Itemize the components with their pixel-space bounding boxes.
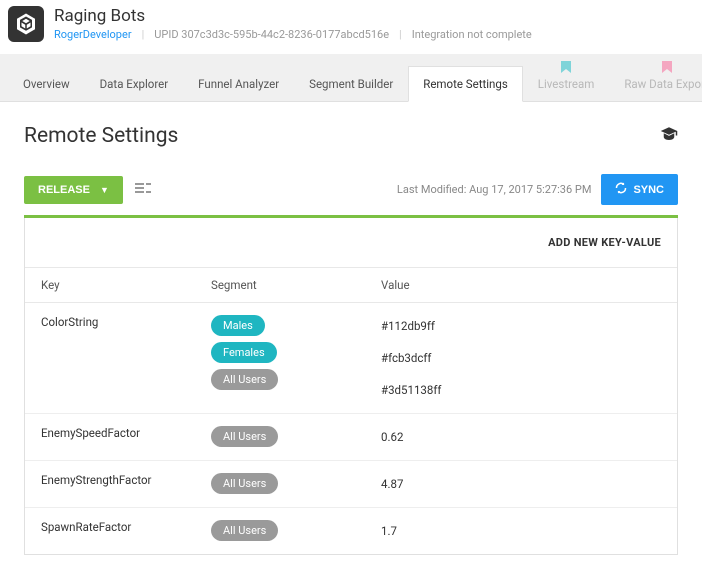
table-row[interactable]: SpawnRateFactorAll Users 1.7 [25,508,677,554]
value-cell: 4.87 [381,473,661,495]
tab-segment-builder[interactable]: Segment Builder [294,66,408,101]
value-text: 1.7 [381,520,661,542]
action-bar: RELEASE ▼ Last Modified: Aug 17, 2017 5:… [24,174,678,205]
segment-cell: All Users [211,473,381,495]
value-text: #3d51138ff [381,379,661,401]
bookmark-icon [561,61,571,76]
page-title: Remote Settings [24,124,178,148]
app-title: Raging Bots [54,6,532,26]
unity-logo-icon [8,6,44,42]
value-text: #fcb3dcff [381,347,661,369]
value-text: 0.62 [381,426,661,448]
tab-livestream[interactable]: Livestream [523,66,610,101]
sync-button[interactable]: SYNC [601,174,678,205]
segment-cell: Males Females All Users [211,315,381,401]
graduation-cap-icon[interactable] [660,125,678,147]
key-cell: EnemyStrengthFactor [41,473,211,495]
value-text: 4.87 [381,473,661,495]
integration-status: Integration not complete [412,28,532,41]
refresh-icon [615,182,627,197]
segment-cell: All Users [211,426,381,448]
tab-overview[interactable]: Overview [8,66,85,101]
add-key-value-button[interactable]: ADD NEW KEY-VALUE [25,218,677,267]
table-row[interactable]: EnemySpeedFactorAll Users 0.62 [25,414,677,461]
release-button[interactable]: RELEASE ▼ [24,176,123,204]
segment-pill[interactable]: All Users [211,369,278,390]
priority-icon[interactable] [135,180,151,199]
app-meta: RogerDeveloper | UPID 307c3d3c-595b-44c2… [54,28,532,41]
segment-pill[interactable]: Females [211,342,277,363]
value-cell: #112db9ff #fcb3dcff #3d51138ff [381,315,661,401]
col-segment: Segment [211,278,381,292]
segment-pill[interactable]: All Users [211,520,278,541]
tab-raw-data-export[interactable]: Raw Data Export [609,66,702,101]
upid-text: UPID 307c3d3c-595b-44c2-8236-0177abcd516… [154,28,389,41]
bookmark-icon [662,61,672,76]
caret-down-icon: ▼ [100,185,109,195]
value-cell: 1.7 [381,520,661,542]
developer-link[interactable]: RogerDeveloper [54,28,132,41]
segment-pill[interactable]: All Users [211,473,278,494]
tab-data-explorer[interactable]: Data Explorer [85,66,184,101]
content-area: Remote Settings RELEASE ▼ Last Modified:… [0,102,702,577]
tab-funnel-analyzer[interactable]: Funnel Analyzer [183,66,294,101]
table-row[interactable]: EnemyStrengthFactorAll Users 4.87 [25,461,677,508]
key-cell: ColorString [41,315,211,401]
app-header: Raging Bots RogerDeveloper | UPID 307c3d… [0,0,702,54]
key-cell: EnemySpeedFactor [41,426,211,448]
value-text: #112db9ff [381,315,661,337]
table-row[interactable]: ColorStringMales Females All Users #112db9f… [25,303,677,414]
segment-pill[interactable]: All Users [211,426,278,447]
table-header: Key Segment Value [25,267,677,303]
last-modified-text: Last Modified: Aug 17, 2017 5:27:36 PM [397,183,592,196]
main-tabs: Overview Data Explorer Funnel Analyzer S… [0,54,702,102]
settings-panel: ADD NEW KEY-VALUE Key Segment Value Colo… [24,218,678,555]
key-cell: SpawnRateFactor [41,520,211,542]
segment-cell: All Users [211,520,381,542]
col-value: Value [381,278,661,292]
segment-pill[interactable]: Males [211,315,265,336]
value-cell: 0.62 [381,426,661,448]
tab-remote-settings[interactable]: Remote Settings [408,66,523,102]
col-key: Key [41,278,211,292]
